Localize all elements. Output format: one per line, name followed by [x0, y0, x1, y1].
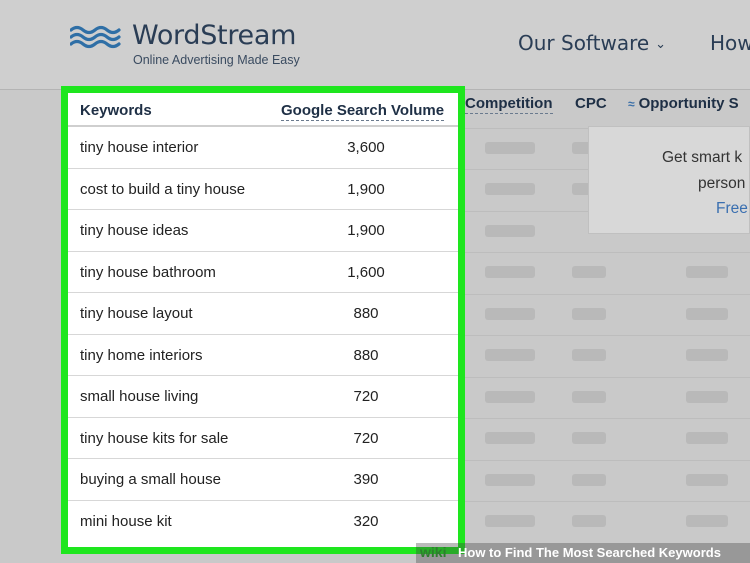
search-volume-cell: 320	[353, 512, 379, 530]
row-divider	[460, 252, 750, 253]
search-volume-cell: 720	[353, 429, 379, 447]
search-volume-cell: 880	[353, 346, 379, 364]
row-divider	[460, 377, 750, 378]
keyword-rows: tiny house interior 3,600 cost to build a …	[68, 127, 458, 542]
blurred-cpc-cell	[572, 266, 606, 278]
nav-our-software-label: Our Software	[518, 31, 650, 55]
table-row[interactable]: small house living 720	[68, 376, 458, 418]
waves-icon: ≈	[628, 97, 635, 111]
blurred-opportunity-cell	[686, 349, 728, 361]
blurred-cpc-cell	[572, 474, 606, 486]
search-volume-cell: 1,600	[347, 263, 385, 281]
blurred-competition-cell	[485, 266, 535, 278]
blurred-opportunity-cell	[686, 266, 728, 278]
blurred-cpc-cell	[572, 432, 606, 444]
keyword-cell: cost to build a tiny house	[80, 180, 246, 198]
caption-text: How to Find The Most Searched Keywords	[458, 545, 721, 560]
row-divider	[460, 418, 750, 419]
blurred-competition-cell	[485, 515, 535, 527]
row-divider	[460, 501, 750, 502]
column-header-opportunity-label: Opportunity S	[638, 95, 739, 112]
blurred-opportunity-cell	[686, 474, 728, 486]
search-volume-cell: 880	[353, 305, 379, 322]
wikihow-brand: wiki	[420, 544, 447, 560]
row-divider	[460, 460, 750, 461]
chevron-down-icon: ⌄	[655, 37, 667, 52]
table-row[interactable]: mini house kit 320	[68, 501, 458, 543]
blurred-competition-cell	[485, 432, 535, 444]
logo-tagline: Online Advertising Made Easy	[133, 53, 300, 67]
blurred-competition-cell	[485, 225, 535, 237]
blurred-cpc-cell	[572, 349, 606, 361]
logo-wordmark: WordStream	[132, 20, 297, 51]
search-volume-cell: 1,900	[347, 222, 385, 239]
column-header-cpc[interactable]: CPC	[575, 95, 607, 112]
keyword-cell: mini house kit	[80, 512, 172, 530]
blurred-opportunity-cell	[686, 391, 728, 403]
blurred-opportunity-cell	[686, 515, 728, 527]
table-row[interactable]: cost to build a tiny house 1,900	[68, 169, 458, 210]
blurred-cpc-cell	[572, 308, 606, 320]
search-volume-cell: 720	[353, 388, 379, 405]
table-row[interactable]: tiny house bathroom 1,600	[68, 252, 458, 293]
blurred-competition-cell	[485, 349, 535, 361]
keyword-table: Keywords Google Search Volume tiny house…	[68, 93, 458, 542]
highlighted-keyword-panel: Keywords Google Search Volume tiny house…	[61, 86, 465, 554]
keyword-cell: small house living	[80, 388, 199, 405]
table-header: Keywords Google Search Volume	[68, 93, 458, 127]
keyword-cell: tiny home interiors	[80, 346, 203, 364]
blurred-cpc-cell	[572, 391, 606, 403]
keyword-cell: tiny house kits for sale	[80, 429, 229, 447]
popup-text-line1: Get smart k	[662, 149, 743, 166]
table-row[interactable]: tiny house ideas 1,900	[68, 210, 458, 252]
row-divider	[460, 294, 750, 295]
column-header-keywords[interactable]: Keywords	[80, 102, 152, 119]
row-divider	[460, 335, 750, 336]
search-volume-cell: 390	[353, 471, 379, 488]
blurred-competition-cell	[485, 474, 535, 486]
blurred-opportunity-cell	[686, 308, 728, 320]
table-row[interactable]: tiny house interior 3,600	[68, 127, 458, 169]
keyword-cell: tiny house ideas	[80, 222, 189, 239]
wikihow-caption: wiki How to Find The Most Searched Keywo…	[416, 543, 750, 563]
smart-keywords-popup: Get smart k person Free	[588, 126, 750, 234]
nav-how[interactable]: How	[710, 31, 750, 55]
column-header-competition[interactable]: Competition	[465, 95, 553, 114]
waves-logo-icon	[70, 25, 121, 49]
blurred-competition-cell	[485, 142, 535, 154]
blurred-competition-cell	[485, 308, 535, 320]
keyword-cell: tiny house bathroom	[80, 263, 216, 281]
search-volume-cell: 3,600	[347, 139, 385, 156]
blurred-cpc-cell	[572, 515, 606, 527]
table-row[interactable]: buying a small house 390	[68, 459, 458, 501]
blurred-opportunity-cell	[686, 432, 728, 444]
column-header-search-volume[interactable]: Google Search Volume	[281, 102, 445, 121]
table-row[interactable]: tiny home interiors 880	[68, 335, 458, 376]
table-row[interactable]: tiny house layout 880	[68, 293, 458, 335]
site-header: WordStream Online Advertising Made Easy …	[0, 0, 750, 90]
keyword-cell: buying a small house	[80, 471, 221, 488]
keyword-cell: tiny house layout	[80, 305, 193, 322]
nav-our-software[interactable]: Our Software ⌄	[518, 31, 666, 55]
table-row[interactable]: tiny house kits for sale 720	[68, 418, 458, 459]
blurred-competition-cell	[485, 183, 535, 195]
popup-free-link[interactable]: Free	[716, 200, 748, 218]
keyword-cell: tiny house interior	[80, 139, 199, 156]
popup-text-line2: person	[698, 175, 746, 192]
column-header-opportunity[interactable]: ≈ Opportunity S	[628, 95, 739, 112]
search-volume-cell: 1,900	[347, 180, 385, 198]
blurred-competition-cell	[485, 391, 535, 403]
